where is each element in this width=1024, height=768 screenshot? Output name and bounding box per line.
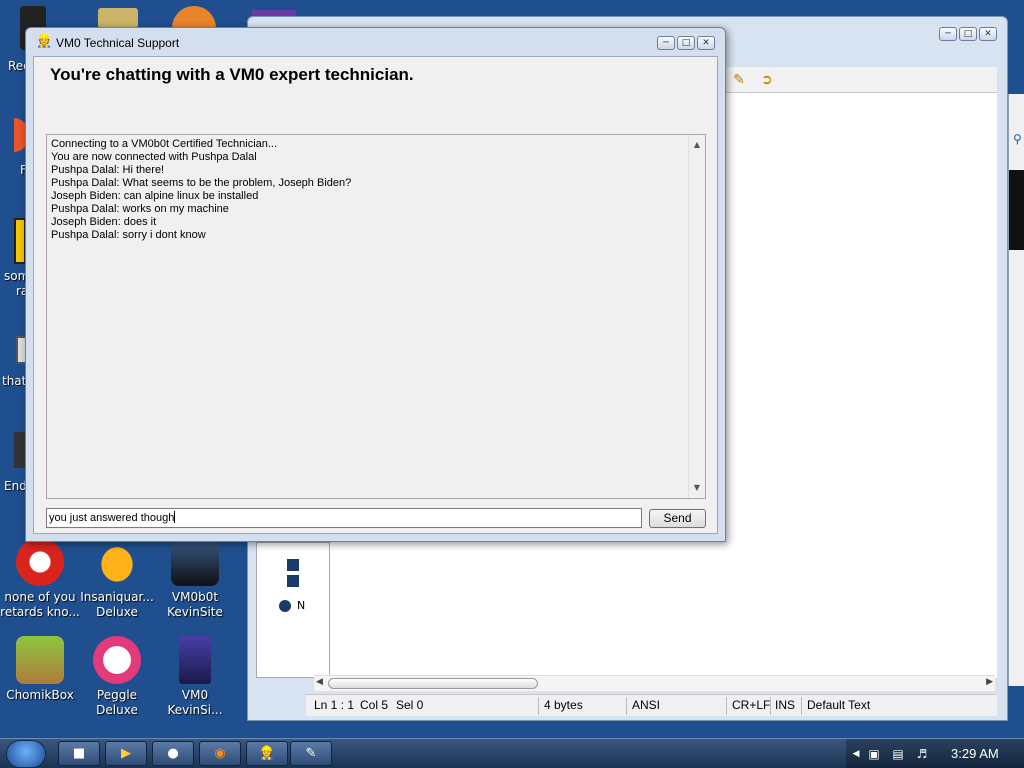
folder-icon[interactable] <box>287 559 299 571</box>
scroll-left-arrow[interactable]: ◀ <box>316 677 323 687</box>
partial-window-right[interactable]: ⚲ <box>1008 94 1024 686</box>
desktop-icon-insaniquarium[interactable]: Insaniquar... Deluxe <box>77 538 157 620</box>
taskbar-vm-button[interactable]: ● <box>152 741 194 766</box>
side-pane-label[interactable]: N <box>297 599 305 612</box>
desktop-icon-vm0-kevinsite[interactable]: VM0 KevinSi... <box>155 636 235 718</box>
status-divider <box>726 697 727 715</box>
volume-icon[interactable]: ♬ <box>914 746 930 762</box>
start-button[interactable] <box>6 740 46 768</box>
desktop-top-icon-2[interactable] <box>172 6 216 28</box>
display-icon[interactable]: ▤ <box>890 746 906 762</box>
desktop-icon-label: Insaniquar... Deluxe <box>80 590 154 619</box>
desktop-icon-label: none of you retards kno... <box>0 590 80 619</box>
chat-log[interactable]: Connecting to a VM0b0t Certified Technic… <box>46 134 706 499</box>
desktop-icon-vm0b0t[interactable]: VM0b0t KevinSite <box>155 538 235 620</box>
technician-icon: 👷 <box>36 34 53 49</box>
chat-window[interactable]: 👷 VM0 Technical Support ─ □ ✕ You're cha… <box>25 27 726 542</box>
tray-arrow-icon[interactable]: ◀ <box>848 746 864 762</box>
taskbar-support-button[interactable]: 👷 <box>246 741 288 766</box>
status-line-ending: CR+LF <box>732 698 771 712</box>
chat-heading: You're chatting with a VM0 expert techni… <box>50 65 414 84</box>
desktop-icon-peggle[interactable]: Peggle Deluxe <box>77 636 157 718</box>
vertical-scrollbar[interactable]: ▲ ▼ <box>688 135 705 498</box>
desktop-icon-label: Peggle Deluxe <box>96 688 138 717</box>
desktop-top-icon-1[interactable] <box>98 8 138 28</box>
send-button[interactable]: Send <box>649 509 706 528</box>
chat-line: Connecting to a VM0b0t Certified Technic… <box>51 138 278 150</box>
taskbar-clock[interactable]: 3:29 AM <box>951 746 999 761</box>
desktop-icon-chomikbox[interactable]: ChomikBox <box>0 636 80 703</box>
chat-line: Joseph Biden: does it <box>51 216 157 228</box>
desktop-clipped-label-6: End <box>4 479 27 493</box>
taskbar: ■ ▶ ● ◉ 👷 ✎ ◀ ▣ ▤ ♬ 3:29 AM <box>0 738 1024 768</box>
chat-line: Joseph Biden: can alpine linux be instal… <box>51 190 259 202</box>
desktop-icon-label: ChomikBox <box>6 688 74 702</box>
taskbar-notepad-button[interactable]: ✎ <box>290 741 332 766</box>
chat-titlebar[interactable]: 👷 VM0 Technical Support ─ □ ✕ <box>26 28 725 56</box>
red-bird-icon <box>16 538 64 586</box>
desktop-clipped-label-5: that <box>2 374 27 388</box>
editor-side-pane[interactable]: N <box>256 542 330 678</box>
chat-client-area: You're chatting with a VM0 expert techni… <box>33 56 718 534</box>
status-mode: INS <box>775 698 796 712</box>
peggle-icon <box>93 636 141 684</box>
status-position: Ln 1 : 1 <box>314 698 355 712</box>
media-thumbnail[interactable] <box>1009 170 1024 250</box>
maximize-button[interactable]: □ <box>677 36 695 50</box>
scroll-right-arrow[interactable]: ▶ <box>986 677 993 687</box>
scroll-up-arrow[interactable]: ▲ <box>689 137 705 153</box>
taskbar-media-button[interactable]: ▶ <box>105 741 147 766</box>
globe-icon[interactable] <box>279 600 291 612</box>
maximize-button[interactable]: □ <box>959 27 977 41</box>
pencil-icon[interactable]: ✎ <box>730 71 748 89</box>
folder-icon[interactable] <box>287 575 299 587</box>
message-input[interactable]: you just answered though <box>46 508 642 528</box>
scrollbar-thumb[interactable] <box>328 678 538 689</box>
search-icon[interactable]: ⚲ <box>1013 132 1022 146</box>
scroll-down-arrow[interactable]: ▼ <box>689 480 705 496</box>
desktop-icon-label: VM0 KevinSi... <box>167 688 223 717</box>
status-col: Col 5 <box>360 698 389 712</box>
chat-line: Pushpa Dalal: works on my machine <box>51 203 229 215</box>
message-input-value: you just answered though <box>49 512 175 524</box>
robot-icon <box>171 538 219 586</box>
close-button[interactable]: ✕ <box>979 27 997 41</box>
text-caret <box>174 511 176 523</box>
chat-window-controls: ─ □ ✕ <box>657 36 715 50</box>
chat-line: Pushpa Dalal: Hi there! <box>51 164 165 176</box>
minimize-button[interactable]: ─ <box>939 27 957 41</box>
window-title: VM0 Technical Support <box>56 36 180 50</box>
desktop-icon-label: VM0b0t KevinSite <box>167 590 223 619</box>
status-divider <box>770 697 771 715</box>
editor-window-controls: ─ □ ✕ <box>939 27 997 41</box>
exit-icon[interactable]: ➲ <box>758 71 776 89</box>
close-button[interactable]: ✕ <box>697 36 715 50</box>
minimize-button[interactable]: ─ <box>657 36 675 50</box>
taskbar-firefox-button[interactable]: ◉ <box>199 741 241 766</box>
status-divider <box>801 697 802 715</box>
status-bar: Ln 1 : 1 Col 5 Sel 0 4 bytes ANSI CR+LF … <box>306 694 997 716</box>
status-divider <box>626 697 627 715</box>
fish-icon <box>93 538 141 586</box>
status-divider <box>538 697 539 715</box>
hamster-box-icon <box>16 636 64 684</box>
status-sel: Sel 0 <box>396 698 424 712</box>
taskbar-terminal-button[interactable]: ■ <box>58 741 100 766</box>
chat-line: Pushpa Dalal: What seems to be the probl… <box>51 177 352 189</box>
status-size: 4 bytes <box>544 698 583 712</box>
chat-line: Pushpa Dalal: sorry i dont know <box>51 229 206 241</box>
network-icon[interactable]: ▣ <box>866 746 882 762</box>
status-encoding: ANSI <box>632 698 661 712</box>
firefox-file-icon <box>179 636 211 684</box>
desktop-icon-red-bird[interactable]: none of you retards kno... <box>0 538 80 620</box>
horizontal-scrollbar[interactable]: ◀ ▶ <box>314 675 995 691</box>
status-style: Default Text <box>807 698 871 712</box>
chat-line: You are now connected with Pushpa Dalal <box>51 151 257 163</box>
